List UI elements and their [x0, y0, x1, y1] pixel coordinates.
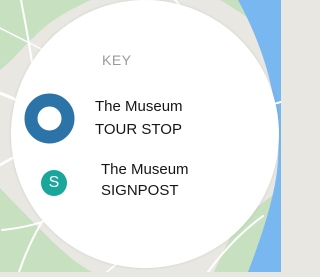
signpost-s-letter: S — [48, 174, 60, 191]
tour-stop-label-line2: TOUR STOP — [95, 121, 182, 138]
signpost-label: The Museum SIGNPOST — [101, 159, 189, 201]
tour-stop-ring-icon — [24, 93, 75, 144]
tour-stop-label: The Museum TOUR STOP — [95, 95, 183, 141]
tour-stop-label-line1: The Museum — [95, 98, 183, 115]
tour-stop-ring-svg — [24, 93, 75, 144]
signpost-s-icon: S — [41, 170, 67, 196]
signpost-label-line2: SIGNPOST — [101, 182, 179, 199]
signpost-label-line1: The Museum — [101, 161, 189, 178]
key-title: KEY — [102, 52, 132, 68]
